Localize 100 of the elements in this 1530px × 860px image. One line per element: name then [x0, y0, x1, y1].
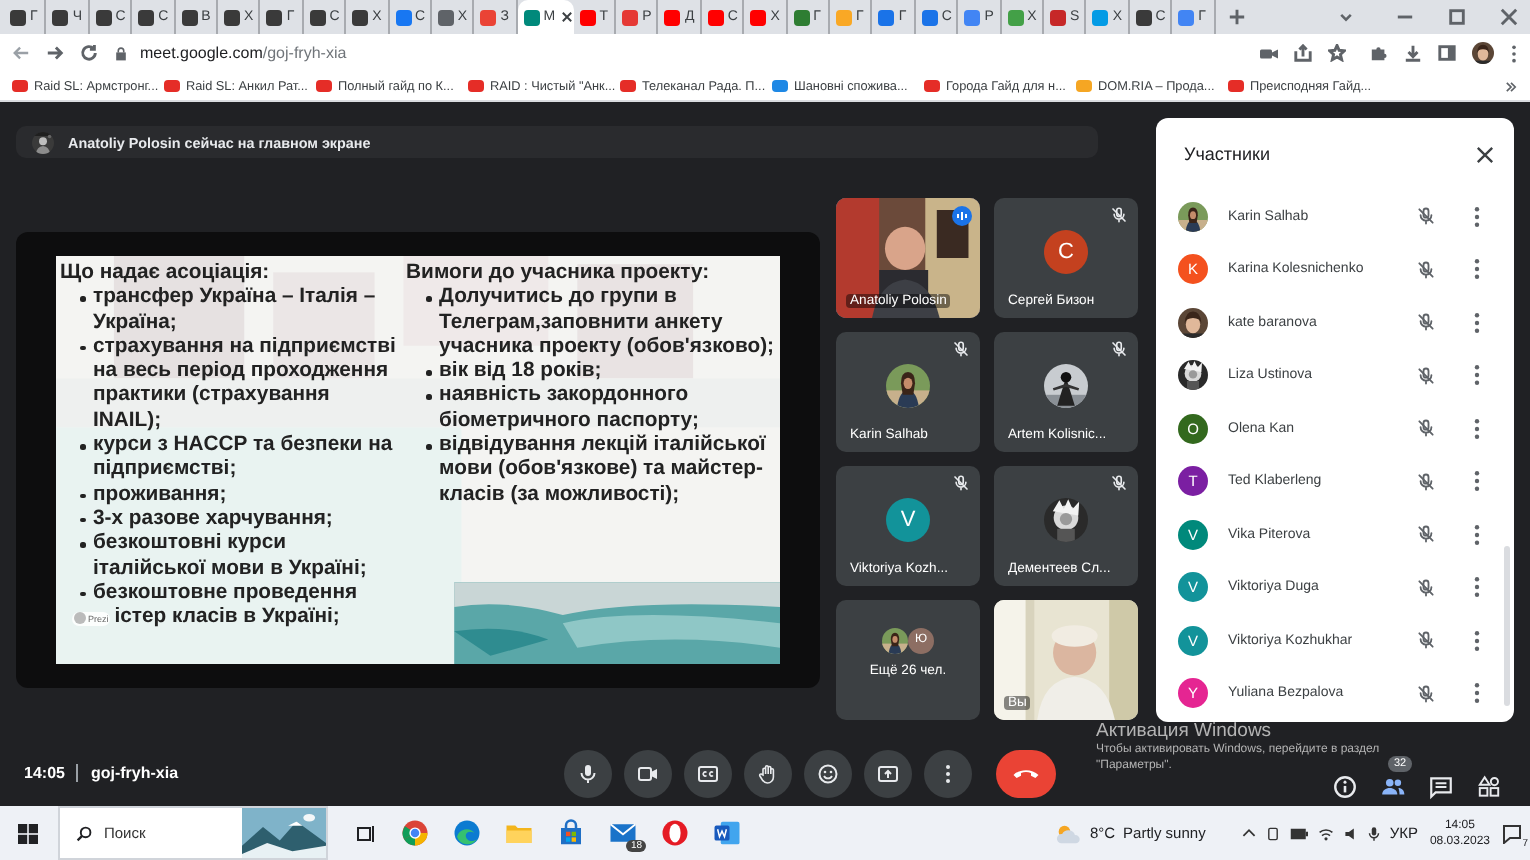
avatar: V [886, 498, 930, 542]
avatar: С [1044, 230, 1088, 274]
mic-off-icon [1416, 206, 1436, 227]
mic-off-icon [952, 340, 970, 358]
emoji-icon [816, 761, 840, 785]
share-icon[interactable] [1294, 44, 1312, 62]
camera-icon[interactable] [1260, 45, 1278, 61]
maximize-icon[interactable] [1448, 8, 1466, 26]
bullet-icon [80, 542, 85, 548]
bullet-icon [426, 296, 432, 302]
back-icon[interactable] [12, 44, 30, 62]
bullet-icon [80, 296, 85, 302]
mic-off-icon [1110, 206, 1128, 224]
slide-text: 3-х разове харчування; [93, 507, 333, 533]
slide-text: істер класів в Україні; [114, 606, 340, 631]
mic-off-icon [1416, 259, 1436, 280]
mic-off-icon [1110, 340, 1128, 358]
puzzle-icon[interactable] [1370, 44, 1388, 62]
mic-icon [576, 761, 600, 785]
close-icon[interactable] [559, 10, 574, 24]
reactions-button[interactable] [804, 749, 852, 797]
info-icon [1332, 774, 1358, 800]
chevron-up-icon[interactable] [1241, 826, 1256, 840]
close-icon[interactable] [1500, 8, 1518, 26]
captions-button[interactable] [684, 749, 732, 797]
slide-text: відвідування лекцій італійської мови (обов'язкове) та майстер-класів (за можливості); [439, 434, 768, 508]
slide-text: трансфер Україна – Італія – Україна; [93, 286, 378, 336]
people-icon [1380, 774, 1406, 800]
raise-hand-button[interactable] [744, 749, 792, 797]
bullet-icon [80, 345, 85, 351]
chat-button[interactable] [1428, 774, 1454, 800]
scrollbar[interactable] [1504, 546, 1510, 706]
task-view-icon[interactable] [356, 823, 376, 843]
bullet-icon [426, 444, 432, 450]
bullet-icon [80, 493, 85, 499]
lock-icon [114, 45, 128, 61]
download-icon[interactable] [1404, 44, 1422, 62]
hand-icon [756, 761, 780, 785]
chevron-down-icon[interactable] [1338, 9, 1354, 25]
microphone-button[interactable] [564, 749, 612, 797]
mic-off-icon [1416, 471, 1436, 492]
star-icon[interactable] [1328, 44, 1346, 62]
notification-icon [1502, 823, 1522, 843]
slide-text: вік від 18 років; [439, 360, 602, 385]
more-bookmarks-icon[interactable] [1504, 79, 1518, 93]
wifi-icon [1317, 825, 1334, 841]
reload-icon[interactable] [80, 44, 98, 62]
mic-off-icon [1416, 577, 1436, 598]
weather-icon [1053, 821, 1082, 845]
activities-button[interactable] [1476, 774, 1502, 800]
speaking-icon [952, 206, 972, 226]
mic-off-icon [1416, 630, 1436, 651]
slide-heading: Що надає асоціація: [60, 262, 272, 287]
speaker-icon [1343, 825, 1358, 841]
mic-off-icon [952, 474, 970, 492]
meeting-details-button[interactable] [1332, 774, 1358, 800]
meeting-time: 14:05 [24, 764, 65, 782]
slide-text: безкоштовні курси італійської мови в Україні; [93, 532, 369, 582]
slide-heading: Вимоги до учасника проекту: [406, 262, 712, 287]
bullet-icon [426, 394, 432, 400]
mic-off-icon [1416, 524, 1436, 545]
present-icon [876, 761, 900, 785]
windows-start-icon[interactable] [18, 823, 38, 843]
activation-title: Активация Windows [1096, 722, 1272, 742]
slide-text: безкоштовне проведення [93, 581, 358, 607]
battery-icon [1289, 827, 1308, 839]
panel-title: Участники [1184, 144, 1270, 164]
menu-icon[interactable] [1510, 43, 1518, 63]
slide-text: проживання; [93, 483, 227, 508]
slide-text: Долучитись до групи в Телеграм,заповнити анкету учасника проекту (обов'язково); [439, 286, 776, 361]
phone-icon [1012, 768, 1040, 778]
slide-text: наявність закордонного біометричного паспорту; [439, 384, 701, 434]
more-options-button[interactable] [924, 749, 972, 797]
captions-icon [696, 761, 720, 785]
forward-icon[interactable] [46, 44, 64, 62]
slide-text: страхування на підприємстві на весь період проходження практики (страхування INAIL); [93, 335, 398, 434]
search-icon [76, 825, 92, 841]
bullet-icon [80, 444, 85, 450]
mic-off-icon [1416, 312, 1436, 333]
present-button[interactable] [864, 749, 912, 797]
bullet-icon [80, 517, 85, 523]
slide-text: курси з HACCP та безпеки на підприємстві; [93, 434, 395, 484]
bullet-icon [80, 591, 85, 597]
chat-icon [1428, 774, 1454, 800]
camera-icon [636, 761, 660, 785]
mic-off-icon [1416, 365, 1436, 386]
activities-icon [1476, 774, 1502, 800]
new-tab-icon[interactable] [1227, 8, 1246, 26]
url-field[interactable]: meet.google.com/goj-fryh-xia [140, 44, 347, 62]
microphone-icon [1367, 825, 1380, 841]
mic-off-icon [1416, 418, 1436, 439]
mic-off-icon [1110, 474, 1128, 492]
tray-app-icon[interactable] [1265, 825, 1280, 841]
camera-button[interactable] [624, 749, 672, 797]
mic-off-icon [1416, 683, 1436, 704]
side-panel-icon[interactable] [1438, 44, 1456, 62]
meeting-code: goj-fryh-xia [90, 764, 179, 782]
close-icon[interactable] [1476, 145, 1494, 163]
bullet-icon [426, 370, 432, 376]
leave-call-button[interactable] [996, 749, 1056, 797]
